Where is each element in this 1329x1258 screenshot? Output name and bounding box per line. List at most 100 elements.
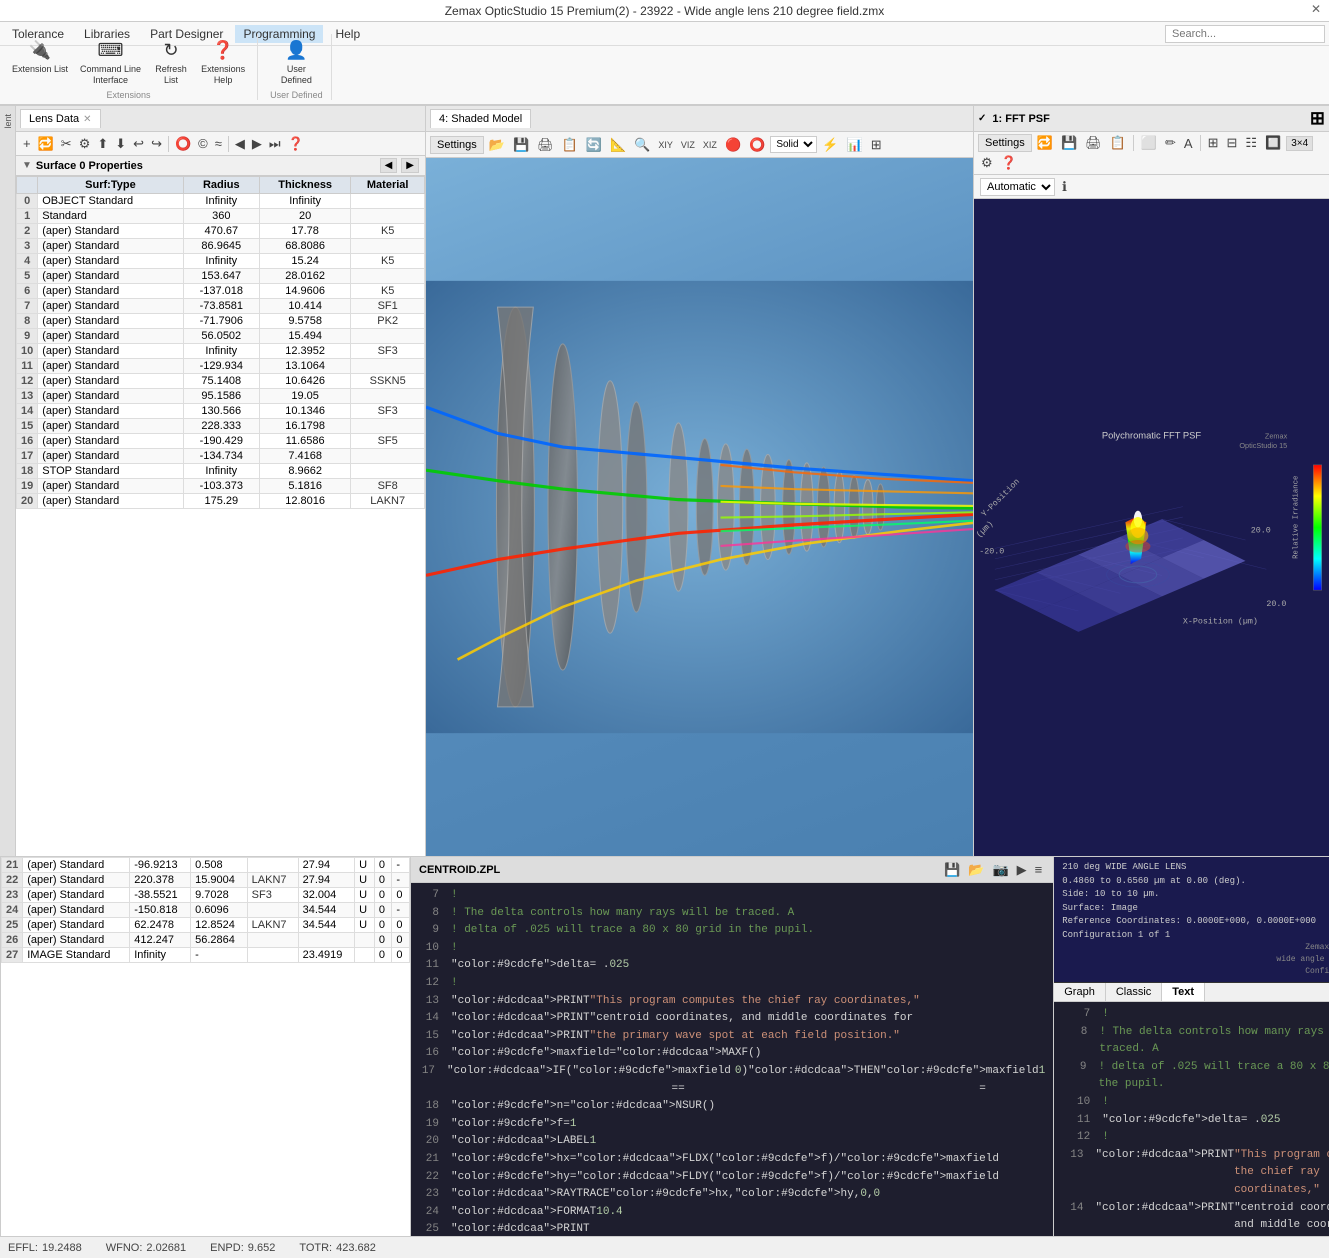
table-row[interactable]: 17 (aper) Standard -134.734 7.4168	[17, 449, 425, 464]
lens-tab-close[interactable]: ✕	[83, 114, 91, 125]
fft-tool-settings2[interactable]: ⚙	[978, 154, 996, 172]
refresh-list-button[interactable]: ↻ RefreshList	[149, 34, 193, 88]
model-tool-copy[interactable]: 📋	[559, 136, 581, 154]
model-tool-print[interactable]: 🖨	[534, 136, 557, 154]
table-row[interactable]: 7 (aper) Standard -73.8581 10.414 SF1	[17, 299, 425, 314]
command-line-button[interactable]: ⌨ Command LineInterface	[76, 34, 145, 88]
lens-tool-4[interactable]: ⚙	[76, 135, 94, 153]
fft-check[interactable]: ✓	[978, 113, 986, 124]
fft-info-btn[interactable]: ℹ	[1059, 178, 1070, 196]
table-row[interactable]: 24 (aper) Standard -150.818 0.6096 34.54…	[2, 903, 410, 918]
fft-tool-2[interactable]: 💾	[1058, 134, 1080, 152]
lens-tool-5[interactable]: ⬆	[94, 135, 111, 153]
model-tool-axis[interactable]: 📐	[607, 136, 629, 154]
close-button[interactable]: ✕	[1311, 2, 1321, 16]
centroid-open[interactable]: 📂	[965, 861, 987, 879]
table-row[interactable]: 14 (aper) Standard 130.566 10.1346 SF3	[17, 404, 425, 419]
centroid-tool5[interactable]: ≡	[1032, 861, 1046, 879]
fft-tool-grid4[interactable]: 🔲	[1262, 134, 1284, 152]
table-row[interactable]: 18 STOP Standard Infinity 8.9662	[17, 464, 425, 479]
table-row[interactable]: 19 (aper) Standard -103.373 5.1816 SF8	[17, 479, 425, 494]
fft-tool-grid1[interactable]: ⊞	[1205, 134, 1222, 152]
table-row[interactable]: 22 (aper) Standard 220.378 15.9004 LAKN7…	[2, 873, 410, 888]
table-row[interactable]: 11 (aper) Standard -129.934 13.1064	[17, 359, 425, 374]
table-row[interactable]: 6 (aper) Standard -137.018 14.9606 K5	[17, 284, 425, 299]
table-row[interactable]: 13 (aper) Standard 95.1586 19.05	[17, 389, 425, 404]
centroid-tool4[interactable]: ▶	[1014, 861, 1030, 879]
fft-tool-grid3[interactable]: ☷	[1242, 134, 1260, 152]
table-row[interactable]: 20 (aper) Standard 175.29 12.8016 LAKN7	[17, 494, 425, 509]
lens-tool-3[interactable]: ✂	[58, 135, 75, 153]
fft-tool-text[interactable]: A	[1181, 135, 1196, 152]
table-row[interactable]: 25 (aper) Standard 62.2478 12.8524 LAKN7…	[2, 918, 410, 933]
table-row[interactable]: 0 OBJECT Standard Infinity Infinity	[17, 194, 425, 209]
fft-code[interactable]: 7 ! 8 ! The delta controls how many rays…	[1054, 1002, 1329, 1236]
code-editor[interactable]: 7 ! 8 ! The delta controls how many rays…	[411, 883, 1053, 1236]
table-row[interactable]: 21 (aper) Standard -96.9213 0.508 27.94 …	[2, 858, 410, 873]
lens-tool-skip[interactable]: ⏭	[266, 135, 284, 153]
search-input[interactable]	[1165, 25, 1325, 43]
lens-tool-6[interactable]: ⬇	[112, 135, 129, 153]
solid-dropdown[interactable]: Solid Wire	[770, 136, 817, 153]
fft-tab-classic[interactable]: Classic	[1106, 983, 1162, 1001]
model-tool-xiz[interactable]: XIZ	[700, 139, 720, 151]
lens-tool-wave[interactable]: ≈	[212, 135, 225, 152]
table-row[interactable]: 3 (aper) Standard 86.9645 68.8086	[17, 239, 425, 254]
lens-tool-help[interactable]: ❓	[285, 135, 307, 153]
lens-data-tab[interactable]: Lens Data ✕	[20, 109, 101, 128]
fft-tool-help[interactable]: ❓	[998, 154, 1020, 172]
fft-tab-graph[interactable]: Graph	[1054, 983, 1106, 1001]
lens-tool-circle[interactable]: ⭕	[172, 135, 194, 153]
model-settings-btn[interactable]: Settings	[430, 136, 484, 154]
table-row[interactable]: 23 (aper) Standard -38.5521 9.7028 SF3 3…	[2, 888, 410, 903]
lens-tool-2[interactable]: 🔁	[35, 135, 57, 153]
model-tool-xyz[interactable]: XIY	[655, 139, 676, 151]
model-tool-zoom[interactable]: 🔍	[631, 136, 653, 154]
fft-tool-4[interactable]: 📋	[1107, 134, 1129, 152]
centroid-save[interactable]: 💾	[941, 861, 963, 879]
fft-tool-line[interactable]: ⬜	[1138, 134, 1160, 152]
table-row[interactable]: 2 (aper) Standard 470.67 17.78 K5	[17, 224, 425, 239]
fft-dropdown[interactable]: Automatic	[980, 178, 1055, 196]
fft-settings-btn[interactable]: Settings	[978, 134, 1032, 152]
table-row[interactable]: 5 (aper) Standard 153.647 28.0162	[17, 269, 425, 284]
extension-list-button[interactable]: 🔌 Extension List	[8, 34, 72, 88]
table-row[interactable]: 16 (aper) Standard -190.429 11.6586 SF5	[17, 434, 425, 449]
table-row[interactable]: 26 (aper) Standard 412.247 56.2864 0 0	[2, 933, 410, 948]
lens-tool-8[interactable]: ↪	[148, 135, 165, 153]
table-row[interactable]: 4 (aper) Standard Infinity 15.24 K5	[17, 254, 425, 269]
model-tool-r2[interactable]: ⭕	[746, 136, 768, 154]
user-defined-button[interactable]: 👤 UserDefined	[274, 34, 318, 88]
bottom-lens-table[interactable]: 21 (aper) Standard -96.9213 0.508 27.94 …	[1, 857, 411, 1236]
lens-tool-7[interactable]: ↩	[130, 135, 147, 153]
model-tab[interactable]: 4: Shaded Model	[430, 109, 531, 128]
lens-tool-right[interactable]: ▶	[249, 135, 265, 153]
table-row[interactable]: 10 (aper) Standard Infinity 12.3952 SF3	[17, 344, 425, 359]
model-tool-open[interactable]: 📂	[486, 136, 508, 154]
model-tool-misc2[interactable]: 📊	[844, 136, 866, 154]
lens-tool-c[interactable]: ©	[195, 135, 211, 152]
fft-tool-1[interactable]: 🔁	[1034, 134, 1056, 152]
model-tool-save[interactable]: 💾	[510, 136, 532, 154]
table-row[interactable]: 1 Standard 360 20	[17, 209, 425, 224]
menu-help[interactable]: Help	[327, 25, 368, 43]
model-tool-r1[interactable]: 🔴	[722, 136, 744, 154]
fft-tool-pen[interactable]: ✏	[1162, 134, 1179, 152]
table-row[interactable]: 8 (aper) Standard -71.7906 9.5758 PK2	[17, 314, 425, 329]
prev-surface-btn[interactable]: ◀	[380, 158, 398, 173]
fft-tool-grid2[interactable]: ⊟	[1224, 134, 1241, 152]
model-tool-misc3[interactable]: ⊞	[868, 136, 885, 154]
model-tool-misc1[interactable]: ⚡	[819, 136, 841, 154]
lens-tool-left[interactable]: ◀	[232, 135, 248, 153]
next-surface-btn[interactable]: ▶	[401, 158, 419, 173]
fft-expand[interactable]: ⊞	[1310, 108, 1325, 129]
centroid-tool3[interactable]: 📷	[989, 861, 1011, 879]
vtab-item[interactable]: lent	[1, 110, 15, 133]
table-row[interactable]: 27 IMAGE Standard Infinity - 23.4919 0 0	[2, 948, 410, 963]
extensions-help-button[interactable]: ❓ ExtensionsHelp	[197, 34, 249, 88]
model-tool-rotate[interactable]: 🔄	[583, 136, 605, 154]
fft-tab-text[interactable]: Text	[1162, 983, 1205, 1001]
model-tool-viz[interactable]: VIZ	[678, 139, 698, 151]
fft-tool-3[interactable]: 🖨	[1082, 134, 1105, 152]
table-row[interactable]: 12 (aper) Standard 75.1408 10.6426 SSKN5	[17, 374, 425, 389]
